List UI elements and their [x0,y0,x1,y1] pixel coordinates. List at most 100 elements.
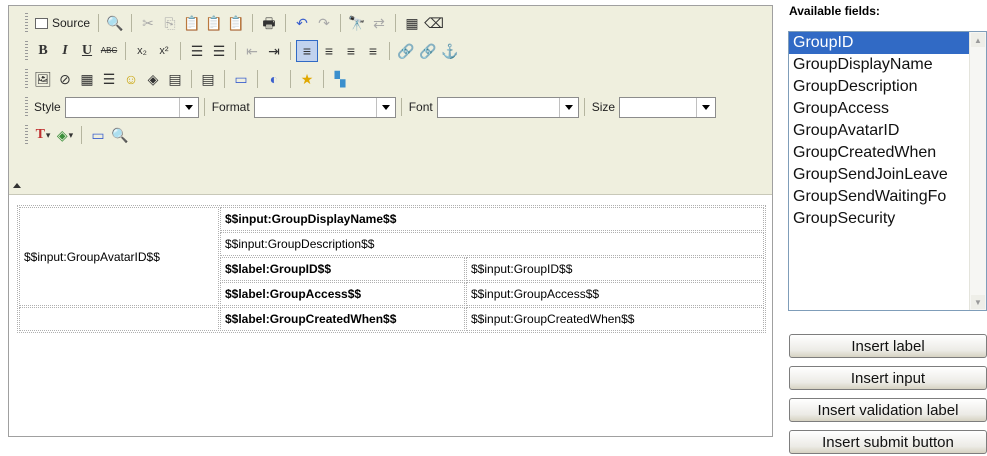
list-item[interactable]: GroupCreatedWhen [789,142,986,164]
toolbar-separator [290,70,291,88]
toolbar-grip [25,125,28,145]
list-item[interactable]: GroupID [789,32,986,54]
toolbar-row-1: Source 🔍 ✂ ⎘ 📋 📋 📋 🖶 ↶ ↷ 🔭 ⇄ ▦ ⌫ [23,10,445,36]
copy-icon[interactable]: ⎘ [159,12,181,34]
available-fields-list[interactable]: GroupID GroupDisplayName GroupDescription G… [788,31,987,311]
description-input-cell: $$input:GroupDescription$$ [220,232,764,256]
globe-icon[interactable]: ◐ [263,68,285,90]
empty-cell [19,307,219,331]
align-left-icon[interactable]: ≡ [296,40,318,62]
source-label: Source [52,16,91,30]
find-icon[interactable]: 🔭 [346,12,368,34]
preview-icon[interactable]: 🔍 [104,12,126,34]
toolbar-row-2: B I U ABC x₂ x² ☰ ☰ ⇤ ⇥ ≡ ≡ ≡ ≡ 🔗 🔗 ⚓ [23,38,461,64]
print-icon[interactable]: 🖶 [258,12,280,34]
editor-content[interactable]: $$input:GroupAvatarID$$ $$input:GroupDis… [17,205,766,333]
toolbar-grip [25,97,28,117]
iframe-icon[interactable]: ▭ [230,68,252,90]
underline-icon[interactable]: U [76,40,98,62]
insert-input-button[interactable]: Insert input [789,366,987,390]
template-icon[interactable]: ▤ [197,68,219,90]
show-blocks-icon[interactable]: 🔍 [109,124,131,146]
image-icon[interactable]: 🖼 [32,68,54,90]
smiley-icon[interactable]: ☺ [120,68,142,90]
toolbar-separator [340,14,342,32]
anchor-icon[interactable]: ⚓ [439,40,461,62]
style-label: Style [34,100,61,114]
scroll-up-icon[interactable]: ▲ [971,33,985,47]
page-break-icon[interactable]: ▤ [164,68,186,90]
list-scrollbar[interactable]: ▲ ▼ [969,32,986,310]
bg-color-button[interactable]: ◈ ▾ [54,124,76,146]
undo-icon[interactable]: ↶ [291,12,313,34]
flash-icon[interactable]: ⊘ [54,68,76,90]
list-item[interactable]: GroupAvatarID [789,120,986,142]
toolbar-separator [131,14,133,32]
input-cell: $$input:GroupAccess$$ [466,282,764,306]
align-center-icon[interactable]: ≡ [318,40,340,62]
horizontal-rule-icon[interactable]: ☰ [98,68,120,90]
list-item[interactable]: GroupSecurity [789,208,986,230]
paste-word-icon[interactable]: 📋 [225,12,247,34]
source-button[interactable]: Source [32,12,93,34]
collapse-toolbar-icon[interactable] [13,183,21,188]
chart-icon[interactable]: ▚ [329,68,351,90]
scroll-down-icon[interactable]: ▼ [971,295,985,309]
outdent-icon[interactable]: ⇤ [241,40,263,62]
align-right-icon[interactable]: ≡ [340,40,362,62]
toolbar-separator [257,70,258,88]
toolbar-separator [191,70,192,88]
font-combo[interactable] [436,96,579,118]
toolbar-separator [98,14,100,32]
list-item[interactable]: GroupDescription [789,76,986,98]
bold-icon[interactable]: B [32,40,54,62]
paste-icon[interactable]: 📋 [181,12,203,34]
remove-format-icon[interactable]: ⌫ [423,12,445,34]
field-list-items: GroupID GroupDisplayName GroupDescription G… [789,32,986,230]
list-item[interactable]: GroupSendJoinLeave [789,164,986,186]
chevron-down-icon [696,97,716,117]
size-combo[interactable] [619,96,717,118]
style-combo[interactable] [64,96,199,118]
bg-color-icon: ◈ [56,127,68,143]
table-icon[interactable]: ▦ [76,68,98,90]
unlink-icon[interactable]: 🔗 [417,40,439,62]
select-all-icon[interactable]: ▦ [401,12,423,34]
toolbar-separator [224,70,225,88]
editor-toolbar: Source 🔍 ✂ ⎘ 📋 📋 📋 🖶 ↶ ↷ 🔭 ⇄ ▦ ⌫ B I U A… [9,6,772,195]
list-item[interactable]: GroupAccess [789,98,986,120]
text-color-button[interactable]: T ▾ [32,124,54,146]
paste-text-icon[interactable]: 📋 [203,12,225,34]
italic-icon[interactable]: I [54,40,76,62]
insert-label-button[interactable]: Insert label [789,334,987,358]
table-row: $$input:GroupAvatarID$$ $$input:GroupDis… [19,207,764,306]
special-char-icon[interactable]: ◈ [142,68,164,90]
strikethrough-icon[interactable]: ABC [98,40,120,62]
available-fields-heading: Available fields: [789,4,880,18]
unordered-list-icon[interactable]: ☰ [208,40,230,62]
toolbar-grip [25,69,28,89]
format-combo[interactable] [253,96,396,118]
list-item[interactable]: GroupSendWaitingFo [789,186,986,208]
toolbar-row-4: Style Format Font Size [23,94,717,120]
toolbar-row-3: 🖼 ⊘ ▦ ☰ ☺ ◈ ▤ ▤ ▭ ◐ ★ ▚ [23,66,351,92]
size-label: Size [591,100,616,114]
superscript-icon[interactable]: x² [153,40,175,62]
star-icon[interactable]: ★ [296,68,318,90]
size-combo-value [620,98,696,117]
subscript-icon[interactable]: x₂ [131,40,153,62]
indent-icon[interactable]: ⇥ [263,40,285,62]
insert-submit-button-button[interactable]: Insert submit button [789,430,987,454]
format-label: Format [211,100,250,114]
maximize-icon[interactable]: ▭ [87,124,109,146]
toolbar-separator [583,98,585,116]
align-justify-icon[interactable]: ≡ [362,40,384,62]
insert-validation-label-button[interactable]: Insert validation label [789,398,987,422]
link-icon[interactable]: 🔗 [395,40,417,62]
ordered-list-icon[interactable]: ☰ [186,40,208,62]
cut-icon[interactable]: ✂ [137,12,159,34]
replace-icon[interactable]: ⇄ [368,12,390,34]
toolbar-separator [81,126,82,144]
list-item[interactable]: GroupDisplayName [789,54,986,76]
redo-icon[interactable]: ↷ [313,12,335,34]
